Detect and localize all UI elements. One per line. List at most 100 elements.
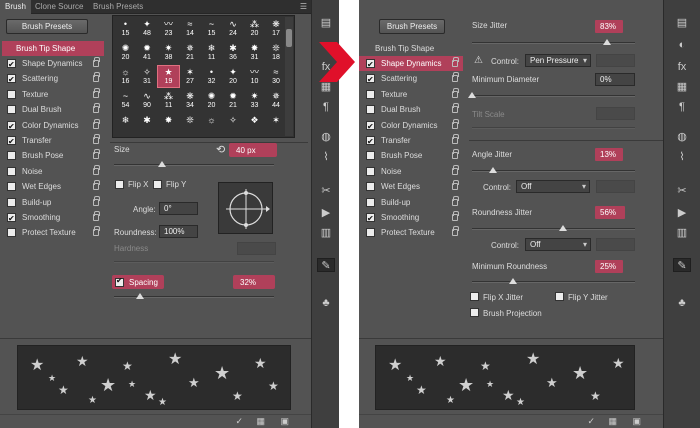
brush-tip-cell[interactable]: ⁂ 20 xyxy=(244,18,265,39)
option-shape-dynamics[interactable]: Shape Dynamics xyxy=(0,56,104,72)
option-checkbox[interactable] xyxy=(366,166,375,176)
option-smoothing[interactable]: Smoothing xyxy=(359,210,463,226)
lock-icon[interactable] xyxy=(93,164,100,175)
option-checkbox[interactable] xyxy=(366,57,375,72)
option-brush-pose[interactable]: Brush Pose xyxy=(359,148,463,163)
option-texture[interactable]: Texture xyxy=(0,87,104,102)
option-color-dynamics[interactable]: Color Dynamics xyxy=(359,118,463,134)
min-diameter-thumb[interactable] xyxy=(468,92,476,98)
spacing-checkbox[interactable]: ✔ xyxy=(115,276,124,287)
option-checkbox[interactable] xyxy=(7,72,16,87)
brush-tip-cell[interactable]: ✺ 20 xyxy=(201,90,222,111)
clone-icon[interactable]: ♣ xyxy=(673,296,691,310)
option-checkbox[interactable] xyxy=(366,182,375,192)
option-protect-texture[interactable]: Protect Texture xyxy=(0,225,104,240)
tilt-scale-slider[interactable] xyxy=(472,127,635,129)
option-noise[interactable]: Noise xyxy=(359,164,463,179)
flip-x-jitter-checkbox[interactable] xyxy=(470,292,479,301)
hardness-slider[interactable] xyxy=(114,261,274,263)
play-icon[interactable]: ▶ xyxy=(317,206,335,220)
toggle-preview-icon[interactable]: ✓ xyxy=(235,416,243,427)
brush-tip-cell[interactable]: ❄ xyxy=(115,114,136,135)
lock-icon[interactable] xyxy=(93,57,100,67)
angle-input[interactable]: 0° xyxy=(159,202,198,215)
option-transfer[interactable]: Transfer xyxy=(0,133,104,149)
brush-tip-cell[interactable]: ✱ 36 xyxy=(223,42,244,63)
option-checkbox[interactable] xyxy=(7,57,16,72)
lock-icon[interactable] xyxy=(93,103,100,114)
brush-tip-cell[interactable]: ✷ 33 xyxy=(244,90,265,111)
option-checkbox[interactable] xyxy=(366,119,375,134)
lock-icon[interactable] xyxy=(452,211,459,221)
size-jitter-thumb[interactable] xyxy=(603,39,612,45)
option-checkbox[interactable] xyxy=(7,134,16,149)
brush-tip-cell[interactable]: ✧ 31 xyxy=(137,66,158,87)
option-wet-edges[interactable]: Wet Edges xyxy=(0,179,104,194)
lock-icon[interactable] xyxy=(93,211,100,221)
option-checkbox[interactable] xyxy=(7,89,16,99)
brush-tip-cell[interactable]: ✶ 27 xyxy=(180,66,201,87)
lock-icon[interactable] xyxy=(452,72,459,83)
min-roundness-thumb[interactable] xyxy=(508,278,517,284)
size-jitter-value[interactable]: 83% xyxy=(595,20,623,33)
toggle-preview-icon[interactable]: ✓ xyxy=(587,416,595,427)
lock-icon[interactable] xyxy=(93,180,100,191)
min-diameter-slider[interactable] xyxy=(468,92,635,98)
brush-tip-cell[interactable]: ✸ 31 xyxy=(244,42,265,63)
brush-tip-grid[interactable]: • 15 ✦ 48 〰 23 ≈14 ~15 ∿ 24 ⁂ 20 ❋ 17 ✺ 20 ✹ 41 ✷ 38 ✵ 21 ❄ 11 ✱… xyxy=(112,15,295,138)
size-value[interactable]: 40 px xyxy=(236,146,256,155)
lock-icon[interactable] xyxy=(452,87,459,98)
reset-size-icon[interactable]: ⟲ xyxy=(216,143,225,156)
brush-tip-cell[interactable]: ✺ 20 xyxy=(115,42,136,63)
option-checkbox[interactable] xyxy=(366,151,375,161)
option-checkbox[interactable] xyxy=(366,89,375,99)
brush-presets-button[interactable]: Brush Presets xyxy=(6,19,88,34)
option-checkbox[interactable] xyxy=(366,105,375,115)
option-smoothing[interactable]: Smoothing xyxy=(0,210,104,226)
brush-tip-cell[interactable]: ✷ 38 xyxy=(158,42,179,63)
brush-tip-cell[interactable]: ✹ 21 xyxy=(223,90,244,111)
option-dual-brush[interactable]: Dual Brush xyxy=(0,102,104,117)
spacing-value[interactable]: 32% xyxy=(240,278,256,287)
lock-icon[interactable] xyxy=(93,118,100,129)
option-scattering[interactable]: Scattering xyxy=(359,71,463,87)
color-icon[interactable]: ◐ xyxy=(673,38,691,52)
option-noise[interactable]: Noise xyxy=(0,164,104,179)
brush-tip-cell[interactable]: ✦ 48 xyxy=(137,18,158,39)
angle-jitter-value[interactable]: 13% xyxy=(595,148,623,161)
panel-menu-icon[interactable]: ☰ xyxy=(300,2,307,11)
option-checkbox[interactable] xyxy=(7,105,16,115)
paths-icon[interactable]: ⌇ xyxy=(673,150,691,164)
tools-icon[interactable]: ✂ xyxy=(317,184,335,198)
paragraph-icon[interactable]: ¶ xyxy=(317,100,335,114)
lock-icon[interactable] xyxy=(93,149,100,160)
lock-icon[interactable] xyxy=(93,134,100,144)
lock-icon[interactable] xyxy=(452,226,459,237)
brush-tip-cell[interactable]: ≈14 xyxy=(180,18,201,39)
tools-icon[interactable]: ✂ xyxy=(673,184,691,198)
lock-icon[interactable] xyxy=(452,164,459,175)
brush-tip-cell[interactable]: ❊ xyxy=(180,114,201,135)
fx-icon[interactable]: fx xyxy=(673,60,691,74)
brush-tip-cell[interactable]: ✸ xyxy=(158,114,179,135)
hardness-input[interactable] xyxy=(237,242,276,255)
roundness-jitter-thumb[interactable] xyxy=(559,225,568,231)
size-slider[interactable] xyxy=(114,161,274,167)
option-checkbox[interactable] xyxy=(7,166,16,176)
option-checkbox[interactable] xyxy=(7,182,16,192)
flip-x-checkbox[interactable] xyxy=(115,180,124,189)
control2-select[interactable]: Off xyxy=(516,180,590,193)
brush-tip-cell[interactable]: ❊ 18 xyxy=(266,42,287,63)
option-transfer[interactable]: Transfer xyxy=(359,133,463,149)
brush-tip-cell[interactable]: • 32 xyxy=(201,66,222,87)
lock-icon[interactable] xyxy=(93,226,100,237)
channels-icon[interactable]: ◍ xyxy=(317,130,335,144)
lock-icon[interactable] xyxy=(452,103,459,114)
brush-tip-cell[interactable]: 〰 10 xyxy=(244,66,265,87)
brush-tip-cell[interactable]: • 15 xyxy=(115,18,136,39)
control-select[interactable]: Pen Pressure xyxy=(525,54,591,67)
brush-tip-cell[interactable]: ✶ xyxy=(266,114,287,135)
lock-icon[interactable] xyxy=(452,118,459,129)
brush-tip-cell[interactable]: ≈30 xyxy=(266,66,287,87)
brush-tip-cell[interactable]: ☼ xyxy=(201,114,222,135)
